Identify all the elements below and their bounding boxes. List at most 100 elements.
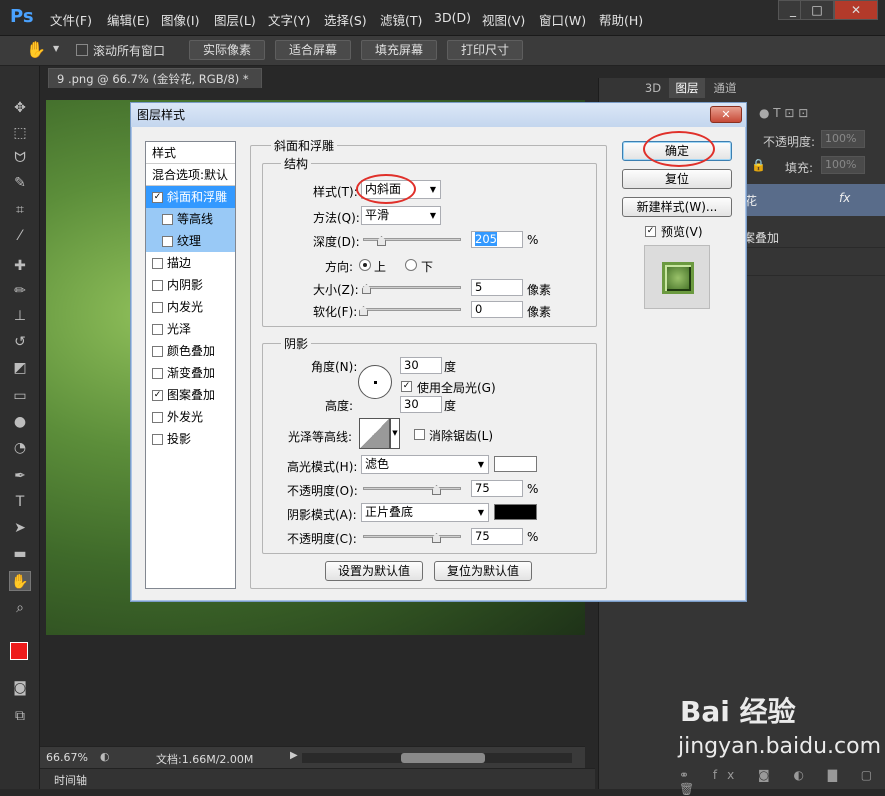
fit-screen-button[interactable]: 适合屏幕	[275, 40, 351, 60]
document-tab[interactable]: 9 .png @ 66.7% (金铃花, RGB/8) *	[48, 68, 262, 88]
style-item-checkbox[interactable]	[152, 346, 163, 357]
clone-stamp-icon[interactable]: ⊥	[9, 306, 31, 326]
pen-tool-icon[interactable]: ✒	[9, 466, 31, 486]
dodge-tool-icon[interactable]: ◔	[9, 438, 31, 458]
scrollbar-thumb[interactable]	[401, 753, 485, 763]
menu-image[interactable]: 图像(I)	[161, 10, 199, 29]
anti-alias-checkbox[interactable]	[414, 429, 425, 440]
opacity-field[interactable]: 100%	[821, 130, 865, 148]
global-light-checkbox[interactable]: ✓	[401, 381, 412, 392]
close-button[interactable]: ✕	[834, 0, 878, 20]
size-slider[interactable]	[363, 286, 461, 289]
reset-button[interactable]: 复位	[622, 169, 732, 189]
eyedropper-icon[interactable]: ⁄	[9, 226, 31, 246]
style-item-1[interactable]: 等高线	[146, 208, 235, 230]
highlight-color-swatch[interactable]	[494, 456, 537, 472]
eraser-icon[interactable]: ◩	[9, 358, 31, 378]
style-item-checkbox[interactable]	[162, 236, 173, 247]
layer-panel-footer-icons[interactable]: ⚭ fx ◙ ◐ ▇ ▢ 🗑	[679, 768, 885, 796]
angle-field[interactable]: 30	[400, 357, 442, 374]
style-item-5[interactable]: 内发光	[146, 296, 235, 318]
layer-fx-icon[interactable]: fx	[839, 191, 850, 205]
menu-filter[interactable]: 滤镜(T)	[380, 10, 422, 29]
shadow-opacity-slider[interactable]	[363, 535, 461, 538]
actual-pixels-button[interactable]: 实际像素	[189, 40, 265, 60]
soften-slider[interactable]	[363, 308, 461, 311]
style-item-checkbox[interactable]: ✓	[152, 192, 163, 203]
style-item-checkbox[interactable]	[152, 302, 163, 313]
zoom-level[interactable]: 66.67%	[46, 751, 88, 764]
quick-select-icon[interactable]: ✎	[9, 173, 31, 193]
style-item-7[interactable]: 颜色叠加	[146, 340, 235, 362]
menu-select[interactable]: 选择(S)	[324, 10, 367, 29]
fill-screen-button[interactable]: 填充屏幕	[361, 40, 437, 60]
brush-tool-icon[interactable]: ✏	[9, 281, 31, 301]
style-item-checkbox[interactable]	[162, 214, 173, 225]
styles-header[interactable]: 样式	[146, 142, 235, 164]
depth-field[interactable]: 205	[471, 231, 523, 248]
menu-3d[interactable]: 3D(D)	[434, 10, 471, 25]
shadow-opacity-field[interactable]: 75	[471, 528, 523, 545]
history-brush-icon[interactable]: ↺	[9, 332, 31, 352]
blend-options-item[interactable]: 混合选项:默认	[146, 164, 235, 186]
make-default-button[interactable]: 设置为默认值	[325, 561, 423, 581]
scroll-all-checkbox[interactable]	[76, 44, 88, 56]
style-item-4[interactable]: 内阴影	[146, 274, 235, 296]
menu-view[interactable]: 视图(V)	[482, 10, 525, 29]
status-info-icon[interactable]: ◐	[100, 750, 110, 763]
foreground-color-swatch[interactable]	[10, 642, 28, 660]
chevron-down-icon[interactable]: ▼	[390, 418, 400, 449]
style-item-checkbox[interactable]	[152, 412, 163, 423]
highlight-mode-select[interactable]: 滤色 ▼	[361, 455, 489, 474]
fill-field[interactable]: 100%	[821, 156, 865, 174]
shadow-color-swatch[interactable]	[494, 504, 537, 520]
type-tool-icon[interactable]: T	[9, 492, 31, 512]
menu-help[interactable]: 帮助(H)	[599, 10, 643, 29]
lasso-tool-icon[interactable]: ᗢ	[9, 148, 31, 168]
technique-select[interactable]: 平滑 ▼	[361, 206, 441, 225]
screen-mode-icon[interactable]: ⧉	[9, 706, 31, 726]
style-item-9[interactable]: ✓ 图案叠加	[146, 384, 235, 406]
style-item-8[interactable]: 渐变叠加	[146, 362, 235, 384]
move-tool-icon[interactable]: ✥	[9, 98, 31, 118]
direction-up-radio[interactable]	[359, 259, 371, 271]
print-size-button[interactable]: 打印尺寸	[447, 40, 523, 60]
soften-field[interactable]: 0	[471, 301, 523, 318]
style-item-6[interactable]: 光泽	[146, 318, 235, 340]
filter-icons[interactable]: ● T ⊡ ⊡	[759, 106, 808, 120]
zoom-tool-icon[interactable]: ⌕	[9, 598, 31, 618]
style-item-checkbox[interactable]	[152, 368, 163, 379]
hand-tool-icon[interactable]: ✋	[26, 40, 46, 59]
crop-tool-icon[interactable]: ⌗	[9, 200, 31, 220]
maximize-button[interactable]: □	[800, 0, 834, 20]
style-item-11[interactable]: 投影	[146, 428, 235, 450]
menu-window[interactable]: 窗口(W)	[539, 10, 586, 29]
hand-tool-icon-active[interactable]: ✋	[9, 571, 31, 591]
lock-icon[interactable]: 🔒	[751, 158, 766, 172]
timeline-tab[interactable]: 时间轴	[54, 772, 87, 788]
style-item-2[interactable]: 纹理	[146, 230, 235, 252]
menu-type[interactable]: 文字(Y)	[268, 10, 310, 29]
highlight-opacity-field[interactable]: 75	[471, 480, 523, 497]
new-style-button[interactable]: 新建样式(W)...	[622, 197, 732, 217]
angle-dial[interactable]	[358, 365, 392, 399]
status-menu-arrow-icon[interactable]: ▶	[290, 750, 298, 761]
style-item-0[interactable]: ✓ 斜面和浮雕	[146, 186, 235, 208]
quick-mask-icon[interactable]: ◙	[9, 678, 31, 698]
style-item-checkbox[interactable]	[152, 258, 163, 269]
healing-brush-icon[interactable]: ✚	[9, 256, 31, 276]
reset-default-button[interactable]: 复位为默认值	[434, 561, 532, 581]
style-item-10[interactable]: 外发光	[146, 406, 235, 428]
shape-tool-icon[interactable]: ▬	[9, 544, 31, 564]
blur-tool-icon[interactable]: ●	[9, 412, 31, 432]
menu-file[interactable]: 文件(F)	[50, 10, 92, 29]
tab-3d[interactable]: 3D	[639, 78, 667, 98]
style-item-checkbox[interactable]	[152, 280, 163, 291]
style-item-3[interactable]: 描边	[146, 252, 235, 274]
marquee-tool-icon[interactable]: ⬚	[9, 123, 31, 143]
gloss-contour-preview[interactable]	[359, 418, 390, 449]
menu-edit[interactable]: 编辑(E)	[107, 10, 150, 29]
tab-layers[interactable]: 图层	[669, 78, 705, 98]
direction-down-radio[interactable]	[405, 259, 417, 271]
highlight-opacity-slider[interactable]	[363, 487, 461, 490]
